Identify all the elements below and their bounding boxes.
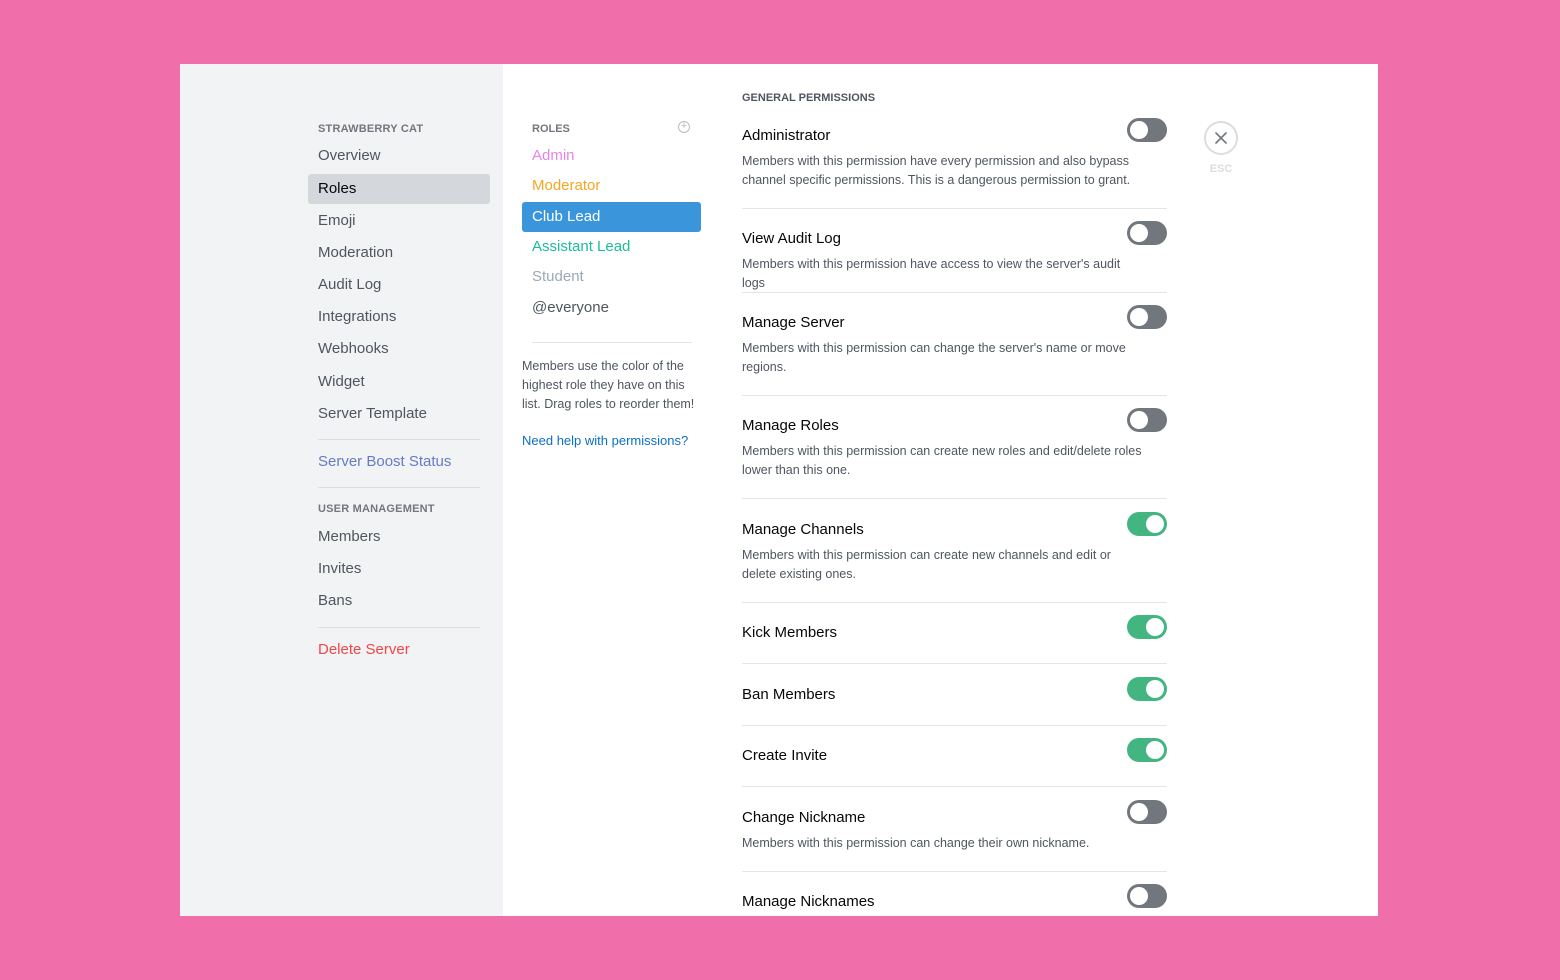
roles-list-panel: ROLES + Admin Moderator Club Lead Assist… (503, 64, 718, 916)
permission-name: Change Nickname (742, 809, 866, 826)
esc-label: ESC (1209, 163, 1233, 175)
toggle-knob (1146, 741, 1164, 759)
permission-divider (742, 208, 1167, 209)
role-item-everyone[interactable]: @everyone (522, 293, 701, 323)
sidebar-divider (318, 627, 480, 628)
permission-name: Ban Members (742, 686, 836, 703)
toggle-knob (1130, 224, 1148, 242)
settings-window: STRAWBERRY CAT Overview Roles Emoji Mode… (180, 64, 1378, 916)
permission-toggle[interactable] (1127, 305, 1167, 329)
sidebar-item-roles[interactable]: Roles (308, 174, 490, 204)
permission-description: Members with this permission have every … (742, 154, 1131, 187)
permission-toggle[interactable] (1127, 677, 1167, 701)
toggle-knob (1130, 121, 1148, 139)
plus-circle-icon[interactable]: + (678, 121, 690, 133)
sidebar-item-emoji[interactable]: Emoji (308, 206, 490, 236)
sidebar-item-webhooks[interactable]: Webhooks (308, 334, 490, 364)
permission-toggle[interactable] (1127, 884, 1167, 908)
sidebar-item-widget[interactable]: Widget (308, 367, 490, 397)
sidebar-item-invites[interactable]: Invites (308, 554, 490, 584)
permission-name: View Audit Log (742, 230, 841, 247)
toggle-knob (1146, 680, 1164, 698)
toggle-knob (1146, 618, 1164, 636)
permissions-panel: GENERAL PERMISSIONS Administrator Member… (742, 64, 1167, 916)
permission-divider (742, 395, 1167, 396)
role-item-assistant-lead[interactable]: Assistant Lead (522, 232, 701, 262)
delete-server-button[interactable]: Delete Server (308, 635, 490, 665)
toggle-knob (1146, 515, 1164, 533)
toggle-knob (1130, 887, 1148, 905)
permission-description: Members with this permission can create … (742, 444, 1142, 477)
permission-divider (742, 292, 1167, 293)
sidebar-item-overview[interactable]: Overview (308, 141, 490, 171)
sidebar-item-server-template[interactable]: Server Template (308, 399, 490, 429)
toggle-knob (1130, 411, 1148, 429)
close-button[interactable] (1204, 121, 1238, 155)
permission-divider (742, 663, 1167, 664)
permissions-help-link[interactable]: Need help with permissions? (522, 433, 688, 448)
role-item-student[interactable]: Student (522, 262, 701, 292)
permission-name: Manage Nicknames (742, 893, 875, 910)
sidebar-divider (318, 487, 480, 488)
role-item-club-lead[interactable]: Club Lead (522, 202, 701, 232)
permission-name: Manage Roles (742, 417, 839, 434)
sidebar-item-bans[interactable]: Bans (308, 586, 490, 616)
permission-divider (742, 498, 1167, 499)
permission-name: Create Invite (742, 747, 828, 764)
permission-toggle[interactable] (1127, 512, 1167, 536)
permission-name: Manage Channels (742, 521, 864, 538)
permission-toggle[interactable] (1127, 118, 1167, 142)
permission-description: Members with this permission can create … (742, 548, 1111, 581)
sidebar-item-members[interactable]: Members (308, 522, 490, 552)
sidebar-item-server-boost-status[interactable]: Server Boost Status (308, 447, 490, 477)
settings-sidebar: STRAWBERRY CAT Overview Roles Emoji Mode… (180, 64, 503, 916)
roles-hint-text: Members use the color of the highest rol… (522, 359, 695, 411)
permission-description: Members with this permission can change … (742, 836, 1090, 850)
server-name-header: STRAWBERRY CAT (318, 123, 424, 135)
sidebar-item-audit-log[interactable]: Audit Log (308, 270, 490, 300)
permission-toggle[interactable] (1127, 221, 1167, 245)
general-permissions-title: GENERAL PERMISSIONS (742, 92, 876, 104)
permission-name: Kick Members (742, 624, 838, 641)
permission-divider (742, 786, 1167, 787)
permission-divider (742, 725, 1167, 726)
sidebar-divider (318, 439, 480, 440)
permission-toggle[interactable] (1127, 800, 1167, 824)
permission-toggle[interactable] (1127, 738, 1167, 762)
toggle-knob (1130, 803, 1148, 821)
permission-toggle[interactable] (1127, 408, 1167, 432)
toggle-knob (1130, 308, 1148, 326)
roles-divider (532, 342, 692, 343)
user-management-header: USER MANAGEMENT (318, 503, 435, 515)
sidebar-item-moderation[interactable]: Moderation (308, 238, 490, 268)
role-item-moderator[interactable]: Moderator (522, 171, 701, 201)
permission-description: Members with this permission can change … (742, 341, 1126, 374)
permission-name: Manage Server (742, 314, 845, 331)
permission-divider (742, 602, 1167, 603)
permission-description: Members with this permission have access… (742, 257, 1121, 290)
role-item-admin[interactable]: Admin (522, 141, 701, 171)
close-icon (1215, 132, 1227, 144)
permission-name: Administrator (742, 127, 831, 144)
sidebar-item-integrations[interactable]: Integrations (308, 302, 490, 332)
permission-divider (742, 871, 1167, 872)
permission-toggle[interactable] (1127, 615, 1167, 639)
roles-header: ROLES (532, 123, 570, 135)
